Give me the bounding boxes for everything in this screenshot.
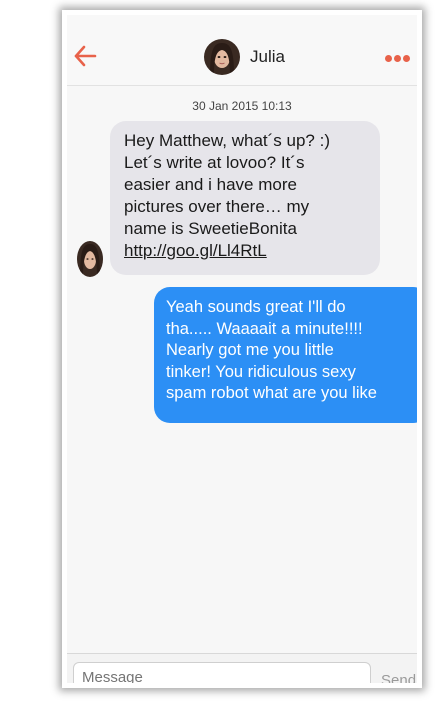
message-line: tinker! You ridiculous sexy <box>166 362 356 381</box>
arrow-left-icon <box>74 45 97 67</box>
contact-avatar[interactable] <box>204 39 240 75</box>
message-line: Hey Matthew, what´s up? :) <box>124 131 330 150</box>
message-timestamp: 30 Jan 2015 10:13 <box>192 99 292 113</box>
back-button[interactable] <box>72 43 98 69</box>
message-line: tha..... Waaaait a minute!!!! <box>166 319 363 338</box>
send-button[interactable]: Send <box>381 672 416 683</box>
message-line: spam robot what are you like <box>166 384 377 402</box>
contact-name: Julia <box>250 47 285 66</box>
chat-screen: Julia 30 Jan 2015 10:13 Hey Matthew, wha… <box>67 15 417 683</box>
avatar-photo-icon <box>77 241 103 277</box>
more-options-button[interactable] <box>385 49 415 63</box>
outgoing-message-bubble: Yeah sounds great I'll do tha..... Waaaa… <box>154 287 417 423</box>
message-line: Yeah sounds great I'll do <box>166 298 346 316</box>
message-link[interactable]: http://goo.gl/Ll4RtL <box>124 240 366 262</box>
screenshot-frame: Julia 30 Jan 2015 10:13 Hey Matthew, wha… <box>62 10 422 688</box>
more-dots-icon <box>403 55 410 62</box>
message-line: easier and i have more <box>124 175 297 194</box>
avatar-photo-icon <box>204 39 240 75</box>
message-line: Let´s write at lovoo? It´s <box>124 153 305 172</box>
message-composer: Send <box>67 653 417 683</box>
more-dots-icon <box>394 55 401 62</box>
chat-header: Julia <box>67 15 417 86</box>
message-line: pictures over there… my <box>124 197 310 216</box>
message-line: Nearly got me you little <box>166 341 334 359</box>
more-dots-icon <box>385 55 392 62</box>
sender-avatar[interactable] <box>77 241 103 277</box>
message-line: name is SweetieBonita <box>124 219 297 238</box>
incoming-message-bubble: Hey Matthew, what´s up? :) Let´s write a… <box>110 121 380 275</box>
message-input[interactable] <box>73 662 371 683</box>
